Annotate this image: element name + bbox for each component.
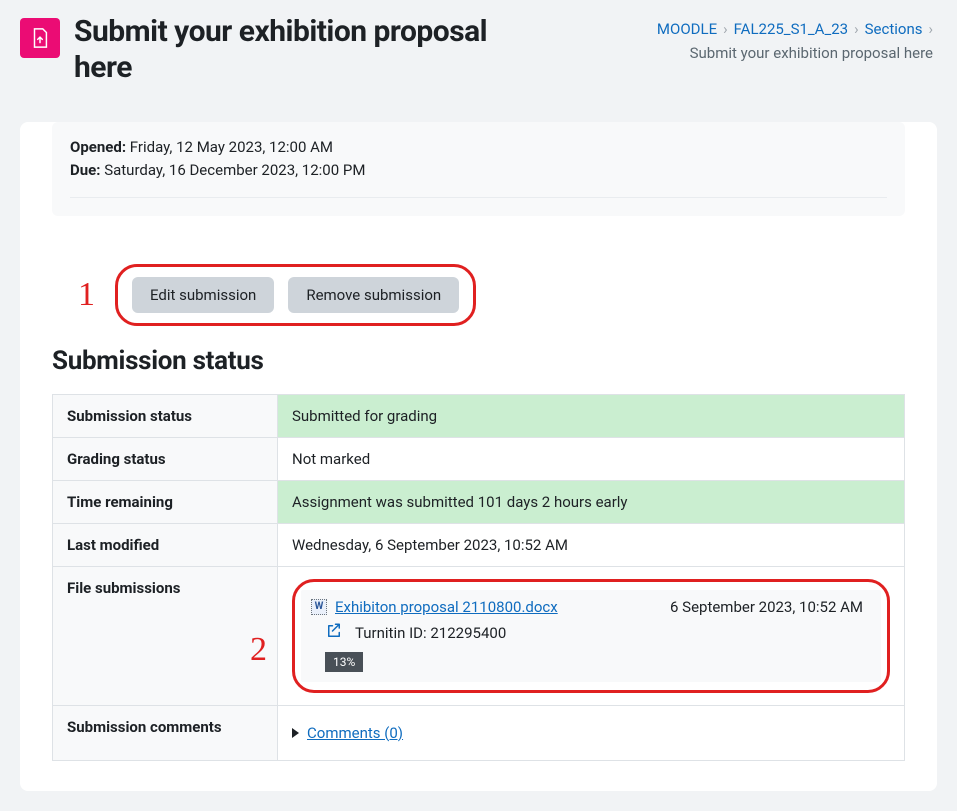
due-label: Due: — [70, 161, 100, 179]
breadcrumb-link-moodle[interactable]: MOODLE — [657, 20, 717, 38]
submission-status-table: Submission status Submitted for grading … — [52, 394, 905, 761]
due-value: Saturday, 16 December 2023, 12:00 PM — [100, 161, 365, 179]
chevron-right-icon: › — [854, 20, 859, 38]
annotation-callout-1: Edit submission Remove submission — [115, 264, 476, 326]
info-block: Opened: Friday, 12 May 2023, 12:00 AM Du… — [52, 122, 905, 216]
annotation-number-2: 2 — [250, 633, 267, 667]
breadcrumb-current: Submit your exhibition proposal here — [690, 44, 933, 62]
row-label-time-remaining: Time remaining — [53, 480, 278, 523]
turnitin-id: Turnitin ID: 212295400 — [355, 624, 506, 642]
similarity-badge[interactable]: 13% — [325, 652, 363, 672]
breadcrumb-link-course[interactable]: FAL225_S1_A_23 — [734, 20, 849, 38]
content-card: Opened: Friday, 12 May 2023, 12:00 AM Du… — [20, 122, 937, 791]
row-value-last-modified: Wednesday, 6 September 2023, 10:52 AM — [278, 523, 905, 566]
caret-right-icon — [292, 728, 299, 738]
row-label-submission-comments: Submission comments — [53, 705, 278, 760]
submission-status-heading: Submission status — [52, 346, 905, 376]
file-cell-wrap: 2 W Exhibiton proposal 2110800.docx 6 Se… — [292, 579, 890, 693]
turnitin-row: Turnitin ID: 212295400 — [311, 622, 871, 644]
row-label-file-submissions: File submissions — [53, 566, 278, 705]
row-value-submission-comments: Comments (0) — [278, 705, 905, 760]
submitted-file-link[interactable]: Exhibiton proposal 2110800.docx — [335, 598, 558, 616]
row-label-grading-status: Grading status — [53, 437, 278, 480]
header-left: Submit your exhibition proposal here — [20, 14, 493, 86]
file-upload-icon — [29, 27, 51, 49]
breadcrumb: MOODLE › FAL225_S1_A_23 › Sections › Sub… — [513, 14, 933, 62]
word-doc-icon: W — [311, 599, 327, 615]
table-row: Last modified Wednesday, 6 September 202… — [53, 523, 905, 566]
comments-link[interactable]: Comments (0) — [307, 724, 403, 742]
table-row: Submission status Submitted for grading — [53, 394, 905, 437]
submitted-file-date: 6 September 2023, 10:52 AM — [670, 598, 871, 616]
file-submission-box: W Exhibiton proposal 2110800.docx 6 Sept… — [301, 590, 881, 682]
opened-label: Opened: — [70, 138, 126, 156]
edit-submission-button[interactable]: Edit submission — [132, 277, 274, 313]
due-line: Due: Saturday, 16 December 2023, 12:00 P… — [70, 159, 887, 182]
row-label-submission-status: Submission status — [53, 394, 278, 437]
assignment-icon — [20, 18, 60, 58]
table-row: Time remaining Assignment was submitted … — [53, 480, 905, 523]
file-row: W Exhibiton proposal 2110800.docx 6 Sept… — [311, 598, 871, 616]
row-value-file-submissions: 2 W Exhibiton proposal 2110800.docx 6 Se… — [278, 566, 905, 705]
table-row: Grading status Not marked — [53, 437, 905, 480]
row-label-last-modified: Last modified — [53, 523, 278, 566]
page-title: Submit your exhibition proposal here — [74, 14, 493, 86]
opened-value: Friday, 12 May 2023, 12:00 AM — [126, 138, 333, 156]
annotation-callout-2: W Exhibiton proposal 2110800.docx 6 Sept… — [292, 579, 890, 693]
action-area: 1 Edit submission Remove submission — [52, 230, 905, 336]
chevron-right-icon: › — [928, 20, 933, 38]
annotation-number-1: 1 — [78, 278, 95, 312]
table-row: Submission comments Comments (0) — [53, 705, 905, 760]
divider — [70, 197, 887, 198]
page-header: Submit your exhibition proposal here MOO… — [0, 0, 957, 104]
row-value-time-remaining: Assignment was submitted 101 days 2 hour… — [278, 480, 905, 523]
comments-toggle[interactable]: Comments (0) — [292, 718, 890, 748]
opened-line: Opened: Friday, 12 May 2023, 12:00 AM — [70, 136, 887, 159]
turnitin-icon — [325, 622, 343, 644]
remove-submission-button[interactable]: Remove submission — [288, 277, 459, 313]
row-value-submission-status: Submitted for grading — [278, 394, 905, 437]
row-value-grading-status: Not marked — [278, 437, 905, 480]
chevron-right-icon: › — [723, 20, 728, 38]
breadcrumb-link-sections[interactable]: Sections — [865, 20, 923, 38]
table-row: File submissions 2 W Exhibiton proposal … — [53, 566, 905, 705]
